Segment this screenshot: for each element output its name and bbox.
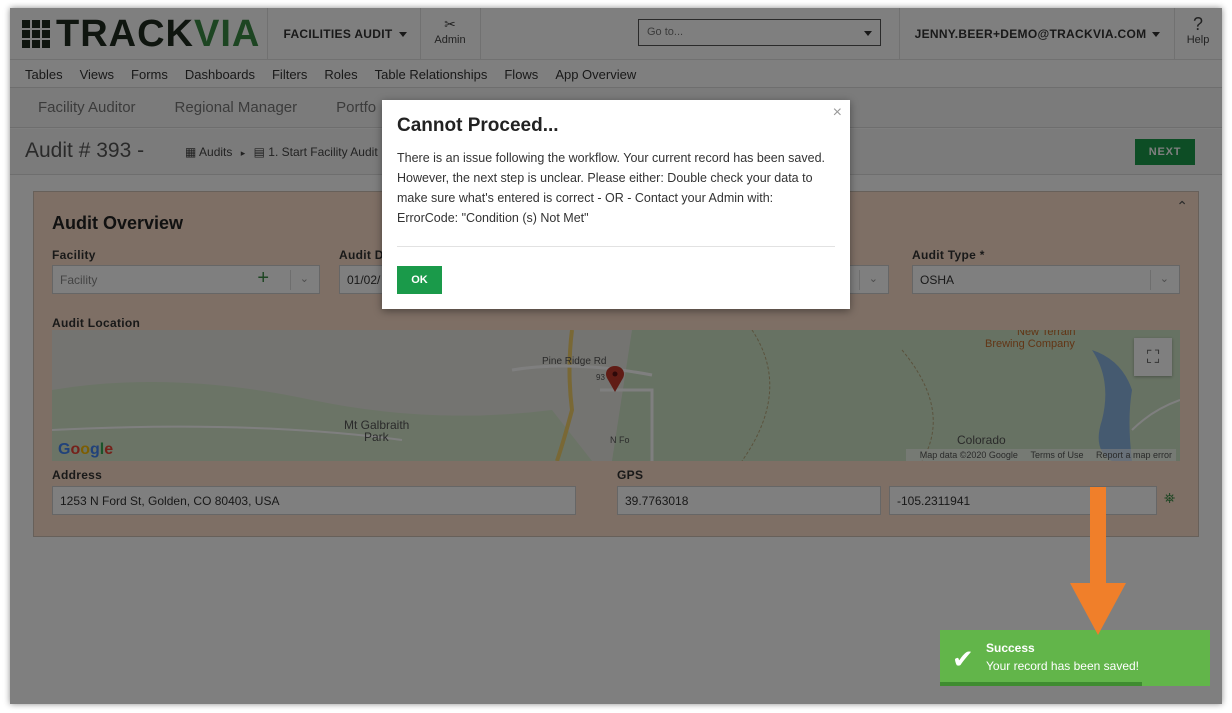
toast-message: Your record has been saved! xyxy=(986,659,1139,673)
divider xyxy=(397,246,835,247)
dialog-message: There is an issue following the workflow… xyxy=(397,151,826,225)
toast-progress-bar xyxy=(940,682,1142,686)
toast-title: Success xyxy=(986,641,1035,655)
ok-button[interactable]: OK xyxy=(397,266,442,294)
error-dialog: Cannot Proceed... × There is an issue fo… xyxy=(382,100,850,309)
dialog-title: Cannot Proceed... xyxy=(397,115,559,136)
checkmark-icon: ✔ xyxy=(952,644,974,674)
app-window: TRACKVIA FACILITIES AUDIT ✂ Admin Go to.… xyxy=(10,8,1222,704)
close-icon[interactable]: × xyxy=(833,104,842,122)
annotation-arrow-icon xyxy=(1070,487,1126,635)
success-toast[interactable]: ✔ Success Your record has been saved! xyxy=(940,630,1210,686)
